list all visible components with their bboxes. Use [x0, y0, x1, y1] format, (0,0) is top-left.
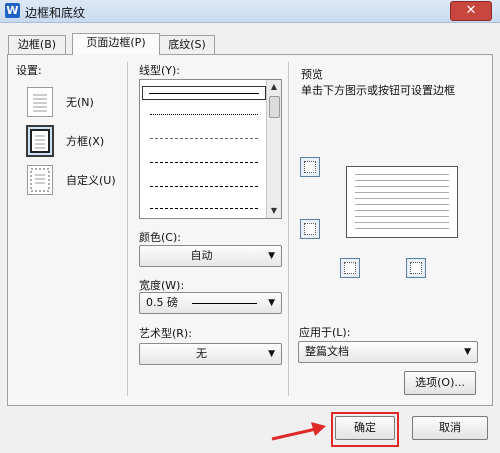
art-label: 艺术型(R):: [139, 327, 192, 340]
bottom-border-button[interactable]: [300, 219, 320, 239]
options-button[interactable]: 选项(O)...: [404, 371, 476, 395]
color-label: 颜色(C):: [139, 231, 181, 244]
scroll-up-icon[interactable]: ▲: [267, 80, 281, 94]
title-bar: W 边框和底纹 ✕: [0, 0, 500, 23]
line-style-scrollbar[interactable]: ▲ ▼: [266, 80, 281, 218]
top-border-button[interactable]: [300, 157, 320, 177]
tab-borders[interactable]: 边框(B): [8, 35, 66, 54]
setting-custom-icon[interactable]: [27, 165, 53, 195]
setting-box-icon[interactable]: [26, 125, 54, 157]
lines-icon: [33, 94, 47, 112]
apply-to-dropdown[interactable]: 整篇文档 ▼: [298, 341, 478, 363]
top-border-icon: [304, 161, 316, 173]
width-line-sample: [192, 303, 257, 304]
divider-left: [127, 62, 128, 396]
divider-right: [288, 62, 289, 396]
preview-label: 预览: [301, 68, 323, 81]
line-style-dash-dot[interactable]: [144, 182, 264, 190]
chevron-down-icon: ▼: [268, 298, 275, 308]
close-button[interactable]: ✕: [450, 1, 492, 21]
width-label: 宽度(W):: [139, 279, 185, 292]
tab-page-borders[interactable]: 页面边框(P): [72, 33, 160, 55]
line-style-dashed[interactable]: [144, 158, 264, 166]
chevron-down-icon: ▼: [464, 347, 471, 357]
chevron-down-icon: ▼: [268, 251, 275, 261]
window-title: 边框和底纹: [25, 6, 86, 20]
wps-writer-icon: W: [5, 3, 20, 18]
right-border-icon: [410, 262, 422, 274]
width-dropdown[interactable]: 0.5 磅 ▼: [139, 292, 282, 314]
scroll-down-icon[interactable]: ▼: [267, 204, 281, 218]
line-style-solid[interactable]: [142, 86, 266, 100]
preview-page[interactable]: [346, 166, 458, 238]
color-dropdown[interactable]: 自动 ▼: [139, 245, 282, 267]
box-border-icon: [30, 129, 50, 153]
line-style-label: 线型(Y):: [139, 64, 181, 77]
line-style-list[interactable]: ▲ ▼: [139, 79, 282, 219]
ok-button-highlight: [331, 412, 399, 447]
color-value: 自动: [190, 249, 213, 262]
tab-shading[interactable]: 底纹(S): [159, 35, 215, 54]
bottom-border-icon: [304, 223, 316, 235]
settings-label: 设置:: [16, 64, 42, 77]
line-style-dotted[interactable]: [144, 134, 264, 142]
setting-custom-label[interactable]: 自定义(U): [66, 172, 116, 188]
annotation-arrow-icon: [271, 422, 326, 441]
custom-border-icon: [30, 168, 50, 192]
art-dropdown[interactable]: 无 ▼: [139, 343, 282, 365]
apply-to-label: 应用于(L):: [299, 326, 351, 339]
scroll-thumb[interactable]: [269, 96, 280, 118]
art-value: 无: [196, 347, 207, 360]
cancel-button[interactable]: 取消: [412, 416, 488, 440]
right-border-button[interactable]: [406, 258, 426, 278]
preview-hint: 单击下方图示或按钮可设置边框: [301, 84, 455, 97]
left-border-icon: [344, 262, 356, 274]
setting-none-icon[interactable]: [27, 87, 53, 117]
left-border-button[interactable]: [340, 258, 360, 278]
setting-box-label[interactable]: 方框(X): [66, 133, 104, 149]
line-style-dash-dot-dot[interactable]: [144, 204, 264, 212]
line-style-dotted-fine[interactable]: [144, 110, 264, 118]
apply-to-value: 整篇文档: [305, 345, 349, 358]
setting-none-label[interactable]: 无(N): [66, 94, 94, 110]
chevron-down-icon: ▼: [268, 349, 275, 359]
